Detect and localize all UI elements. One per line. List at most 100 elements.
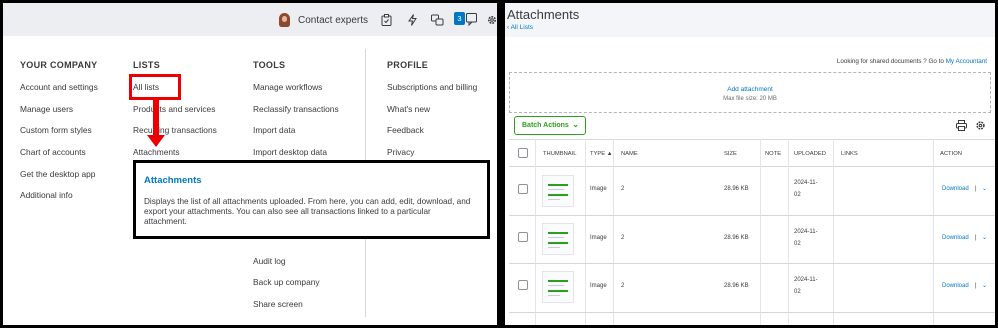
cell-type: Image	[590, 283, 607, 289]
gear-icon[interactable]	[486, 14, 497, 26]
batch-actions-button[interactable]: Batch Actions ⌄	[514, 116, 586, 135]
cell-uploaded-line1: 2024-11-	[794, 277, 818, 283]
page-header: Attachments ‹ All Lists	[505, 3, 995, 37]
add-attachment-link[interactable]: Add attachment	[510, 86, 990, 93]
menu-chart-of-accounts[interactable]: Chart of accounts	[20, 147, 86, 157]
cell-size: 28.96 KB	[724, 186, 749, 192]
all-lists-back-link[interactable]: ‹ All Lists	[507, 24, 533, 31]
row-checkbox[interactable]	[518, 184, 528, 194]
column-header-uploaded[interactable]: UPLOADED	[794, 151, 826, 157]
attachments-page: Attachments ‹ All Lists Looking for shar…	[505, 3, 995, 325]
thumbnail-image[interactable]	[542, 223, 574, 255]
print-icon[interactable]	[956, 120, 967, 131]
column-separator	[760, 139, 761, 325]
cell-size: 28.96 KB	[724, 235, 749, 241]
row-divider	[509, 263, 995, 264]
top-bar: Contact experts 3	[3, 3, 497, 36]
action-chevron-down-icon[interactable]: ⌄	[982, 282, 987, 289]
row-divider	[509, 312, 995, 313]
shared-documents-notice: Looking for shared documents ? Go to My …	[837, 58, 987, 65]
column-header-thumbnail: THUMBNAIL	[543, 151, 577, 157]
cell-name: 2	[621, 186, 625, 192]
menu-attachments[interactable]: Attachments	[133, 147, 180, 157]
column-separator	[833, 139, 834, 325]
menu-account-and-settings[interactable]: Account and settings	[20, 82, 98, 92]
download-link[interactable]: Download	[942, 283, 969, 289]
menu-products-and-services[interactable]: Products and services	[133, 104, 215, 114]
shared-documents-text: Looking for shared documents ? Go to	[836, 58, 946, 65]
column-header-note: NOTE	[765, 151, 782, 157]
menu-additional-info[interactable]: Additional info	[20, 190, 73, 200]
annotation-arrow-stem	[153, 100, 159, 136]
select-all-checkbox[interactable]	[518, 148, 528, 158]
menu-manage-users[interactable]: Manage users	[20, 104, 73, 114]
cell-name: 2	[621, 283, 625, 289]
row-checkbox[interactable]	[518, 232, 528, 242]
menu-subscriptions-and-billing[interactable]: Subscriptions and billing	[387, 82, 477, 92]
menu-get-desktop-app[interactable]: Get the desktop app	[20, 169, 95, 179]
profile-header: PROFILE	[387, 60, 429, 70]
expert-avatar-icon	[279, 13, 290, 27]
attachment-dropzone[interactable]: Add attachment Max file size: 20 MB	[509, 72, 991, 113]
column-separator	[613, 139, 614, 325]
menu-back-up-company[interactable]: Back up company	[253, 277, 320, 287]
column-header-size[interactable]: SIZE	[724, 151, 737, 157]
column-header-links: LINKS	[841, 151, 858, 157]
cell-type: Image	[590, 186, 607, 192]
my-accountant-link[interactable]: My Accountant	[946, 58, 987, 65]
your-company-header: YOUR COMPANY	[20, 60, 98, 70]
chevron-down-icon: ⌄	[572, 120, 579, 129]
menu-manage-workflows[interactable]: Manage workflows	[253, 82, 322, 92]
download-link[interactable]: Download	[942, 235, 969, 241]
menu-privacy[interactable]: Privacy	[387, 147, 414, 157]
row-divider	[509, 215, 995, 216]
table-top-border	[509, 139, 995, 140]
menu-feedback[interactable]: Feedback	[387, 125, 424, 135]
cell-uploaded-line1: 2024-11-	[794, 229, 818, 235]
cell-size: 28.96 KB	[724, 283, 749, 289]
menu-whats-new[interactable]: What's new	[387, 104, 430, 114]
tooltip-body: Displays the list of all attachments upl…	[144, 197, 471, 226]
menu-reclassify-transactions[interactable]: Reclassify transactions	[253, 104, 339, 114]
clipboard-icon[interactable]	[381, 14, 392, 26]
menu-share-screen[interactable]: Share screen	[253, 299, 303, 309]
left-panel: Contact experts 3 YOUR COMPANY LISTS TOO…	[0, 0, 501, 328]
column-separator	[788, 139, 789, 325]
action-separator: |	[975, 235, 977, 241]
cell-name: 2	[621, 235, 625, 241]
annotation-arrow-head	[147, 135, 165, 147]
column-header-type[interactable]: TYPE ▲	[590, 151, 613, 157]
column-separator	[535, 139, 536, 325]
row-checkbox[interactable]	[518, 280, 528, 290]
menu-import-desktop-data[interactable]: Import desktop data	[253, 147, 327, 157]
apps-icon[interactable]	[431, 14, 444, 26]
tools-header: TOOLS	[253, 60, 286, 70]
action-separator: |	[975, 283, 977, 289]
menu-audit-log[interactable]: Audit log	[253, 256, 286, 266]
annotation-highlight-box	[129, 74, 181, 100]
menu-import-data[interactable]: Import data	[253, 125, 295, 135]
notification-badge[interactable]: 3	[454, 12, 465, 25]
tooltip-title: Attachments	[144, 175, 202, 186]
download-link[interactable]: Download	[942, 186, 969, 192]
thumbnail-image[interactable]	[542, 175, 574, 207]
menu-custom-form-styles[interactable]: Custom form styles	[20, 125, 92, 135]
action-separator: |	[975, 186, 977, 192]
settings-menu-window: Contact experts 3 YOUR COMPANY LISTS TOO…	[3, 3, 497, 325]
column-header-action: ACTION	[940, 151, 962, 157]
cell-uploaded-line1: 2024-11-	[794, 180, 818, 186]
action-chevron-down-icon[interactable]: ⌄	[982, 234, 987, 241]
contact-experts-button[interactable]: Contact experts	[279, 11, 368, 29]
action-chevron-down-icon[interactable]: ⌄	[982, 185, 987, 192]
thumbnail-image[interactable]	[542, 271, 574, 303]
table-settings-gear-icon[interactable]	[975, 120, 986, 131]
lists-header: LISTS	[133, 60, 161, 70]
column-separator	[933, 139, 934, 325]
column-header-name[interactable]: NAME	[621, 151, 638, 157]
lightning-icon[interactable]	[407, 14, 418, 26]
help-chat-icon[interactable]	[466, 13, 478, 26]
contact-experts-label: Contact experts	[298, 14, 369, 26]
right-panel: Attachments ‹ All Lists Looking for shar…	[501, 0, 998, 328]
cell-type: Image	[590, 235, 607, 241]
menu-recurring-transactions[interactable]: Recurring transactions	[133, 125, 217, 135]
